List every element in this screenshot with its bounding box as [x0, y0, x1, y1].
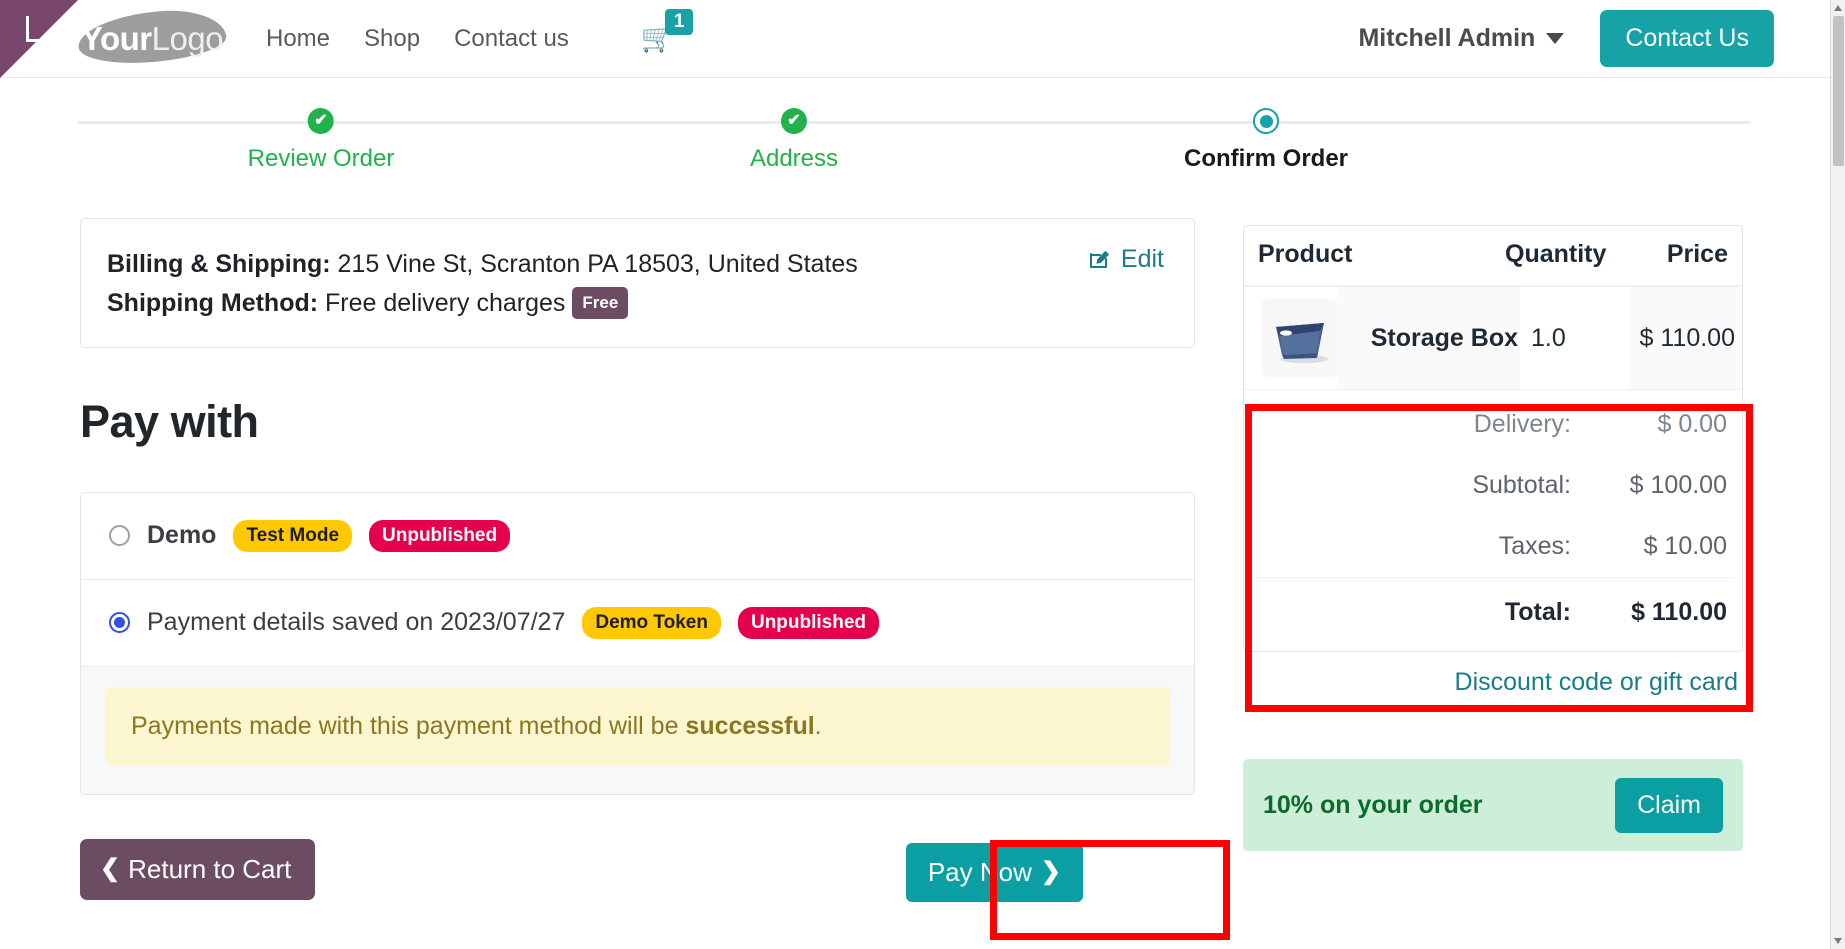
order-line-quantity: 1.0	[1531, 323, 1566, 352]
badge-unpublished: Unpublished	[369, 519, 511, 552]
totals-label-total: Total:	[1504, 598, 1571, 626]
payment-option-demo[interactable]: Demo Test Mode Unpublished	[81, 493, 1194, 580]
corner-bracket-icon	[26, 16, 52, 42]
return-to-cart-button[interactable]: ❮ Return to Cart	[80, 838, 316, 900]
promo-banner: 10% on your order Claim	[1243, 759, 1743, 851]
main-nav: Home Shop Contact us 🛒 1	[266, 9, 694, 53]
free-shipping-badge: Free	[572, 286, 629, 320]
stepper-step-confirm-order[interactable]: Confirm Order	[1184, 96, 1348, 173]
billing-shipping-line: Billing & Shipping: 215 Vine St, Scranto…	[107, 245, 1164, 284]
totals-value-total: $ 110.00	[1631, 598, 1727, 626]
totals-label-subtotal: Subtotal:	[1472, 471, 1571, 499]
badge-test-mode: Test Mode	[233, 519, 353, 552]
badge-unpublished: Unpublished	[737, 606, 880, 639]
payment-methods-card: Demo Test Mode Unpublished Payment detai…	[80, 491, 1195, 795]
payment-option-demo-label: Demo	[147, 521, 217, 549]
claim-promo-button[interactable]: Claim	[1615, 777, 1723, 833]
site-logo[interactable]: YourLogo	[76, 5, 228, 70]
cart-count-badge: 1	[664, 9, 694, 35]
scroll-down-arrow-icon[interactable]	[1834, 938, 1842, 944]
storage-box-icon	[1275, 323, 1328, 363]
shipping-method-value: Free delivery charges	[318, 288, 566, 317]
payment-alert-wrapper: Payments made with this payment method w…	[81, 666, 1194, 794]
chevron-left-icon: ❮	[100, 855, 121, 882]
return-to-cart-label: Return to Cart	[128, 853, 292, 884]
order-summary-card: Product Quantity Price Storage Box 1.0 $…	[1243, 225, 1743, 652]
check-circle-icon	[308, 108, 334, 134]
discount-code-link[interactable]: Discount code or gift card	[1243, 668, 1743, 697]
pay-with-heading: Pay with	[80, 395, 259, 447]
checkout-stepper: Review Order Address Confirm Order	[78, 96, 1751, 176]
order-line-price: $ 110.00	[1630, 287, 1742, 389]
order-summary-column: Product Quantity Price Storage Box 1.0 $…	[1243, 225, 1743, 851]
shipping-method-line: Shipping Method: Free delivery charges Fr…	[107, 284, 1164, 323]
totals-label-taxes: Taxes:	[1498, 532, 1571, 560]
billing-shipping-label: Billing & Shipping:	[107, 250, 331, 278]
logo-text: YourLogo	[80, 19, 224, 58]
totals-value-delivery: $ 0.00	[1657, 410, 1727, 438]
nav-item-shop[interactable]: Shop	[364, 25, 420, 53]
pay-now-button[interactable]: Pay Now ❯	[905, 842, 1083, 902]
header-right-group: Mitchell Admin Contact Us	[1358, 10, 1830, 67]
site-header: YourLogo Home Shop Contact us 🛒 1 Mitche…	[0, 0, 1830, 78]
totals-row-delivery: Delivery: $ 0.00	[1252, 394, 1734, 455]
payment-success-alert: Payments made with this payment method w…	[105, 686, 1170, 766]
chevron-right-icon: ❯	[1040, 858, 1061, 885]
alert-text-prefix: Payments made with this payment method w…	[131, 711, 686, 740]
totals-row-subtotal: Subtotal: $ 100.00	[1252, 455, 1734, 516]
contact-us-button[interactable]: Contact Us	[1600, 10, 1774, 67]
stepper-label-confirm-order: Confirm Order	[1183, 145, 1349, 172]
nav-item-contact-us[interactable]: Contact us	[454, 25, 569, 53]
order-line-row: Storage Box 1.0 $ 110.00	[1244, 285, 1742, 389]
stepper-label-address: Address	[749, 145, 839, 172]
cart-button[interactable]: 🛒 1	[641, 9, 694, 52]
column-header-product: Product	[1258, 240, 1353, 268]
order-line-product-name: Storage Box	[1337, 287, 1520, 389]
edit-address-link[interactable]: Edit	[1088, 245, 1164, 274]
badge-demo-token: Demo Token	[582, 606, 721, 639]
payment-option-saved-token-label: Payment details saved on 2023/07/27	[147, 608, 566, 636]
column-header-quantity: Quantity	[1505, 240, 1607, 268]
logo-text-light: Logo	[151, 19, 224, 57]
pay-now-label: Pay Now	[927, 856, 1032, 887]
totals-value-taxes: $ 10.00	[1643, 532, 1727, 560]
column-header-price: Price	[1666, 240, 1728, 268]
checkout-actions: ❮ Return to Cart Pay Now ❯	[80, 838, 1195, 915]
logo-text-bold: Your	[80, 19, 152, 57]
storage-box-thumbnail	[1262, 299, 1337, 377]
alert-text-suffix: .	[814, 711, 822, 740]
totals-row-taxes: Taxes: $ 10.00	[1252, 516, 1734, 577]
stepper-step-address[interactable]: Address	[750, 96, 838, 173]
totals-row-total: Total: $ 110.00	[1252, 577, 1734, 641]
order-line-image-cell	[1244, 287, 1337, 389]
checkout-left-column: Billing & Shipping: 215 Vine St, Scranto…	[80, 218, 1195, 915]
order-totals: Delivery: $ 0.00 Subtotal: $ 100.00 Taxe…	[1244, 389, 1742, 651]
chevron-down-icon	[1546, 33, 1565, 44]
current-step-dot-icon	[1252, 108, 1279, 134]
billing-shipping-value: 215 Vine St, Scranton PA 18503, United S…	[330, 250, 858, 278]
radio-demo[interactable]	[109, 525, 130, 546]
stepper-label-review-order: Review Order	[247, 145, 395, 172]
radio-saved-token[interactable]	[109, 612, 130, 633]
user-name-label: Mitchell Admin	[1358, 24, 1536, 52]
order-summary-header-row: Product Quantity Price	[1244, 226, 1742, 285]
checkout-page: YourLogo Home Shop Contact us 🛒 1 Mitche…	[0, 0, 1845, 949]
edit-link-label: Edit	[1120, 245, 1164, 273]
totals-label-delivery: Delivery:	[1473, 410, 1571, 438]
payment-option-saved-token[interactable]: Payment details saved on 2023/07/27 Demo…	[81, 580, 1194, 667]
address-summary-card: Billing & Shipping: 215 Vine St, Scranto…	[80, 218, 1195, 348]
scroll-up-arrow-icon[interactable]	[1834, 5, 1842, 11]
alert-text-strong: successful	[685, 711, 815, 740]
stepper-step-review-order[interactable]: Review Order	[247, 96, 395, 173]
promo-text: 10% on your order	[1263, 790, 1483, 819]
check-circle-icon	[780, 108, 807, 134]
user-menu[interactable]: Mitchell Admin	[1358, 24, 1565, 53]
totals-value-subtotal: $ 100.00	[1629, 471, 1727, 499]
scrollbar-thumb[interactable]	[1833, 16, 1844, 166]
page-scrollbar[interactable]	[1830, 0, 1845, 949]
pencil-square-icon	[1089, 250, 1110, 268]
shipping-method-label: Shipping Method:	[107, 288, 319, 317]
nav-item-home[interactable]: Home	[266, 25, 330, 53]
